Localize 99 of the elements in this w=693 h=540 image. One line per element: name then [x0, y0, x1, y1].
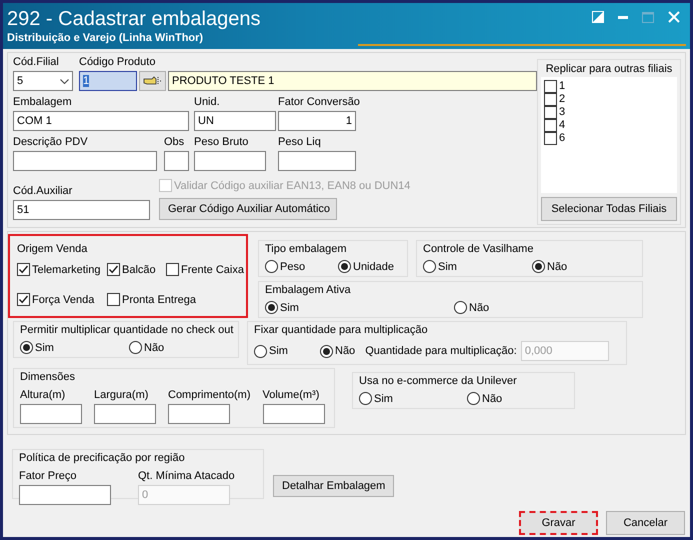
input-field[interactable] [94, 404, 156, 424]
field-label: Código Produto [79, 55, 156, 70]
radio-label: Não [547, 260, 568, 272]
product-name-field: PRODUTO TESTE 1 [168, 71, 537, 91]
checkbox-label: 1 [559, 80, 566, 93]
input-field[interactable]: 1 [278, 111, 356, 131]
radio-label: Unidade [353, 260, 394, 272]
checkbox[interactable] [166, 263, 179, 276]
input-field[interactable] [164, 151, 189, 171]
input-field[interactable]: 1 [79, 71, 137, 91]
radio-button[interactable] [532, 260, 545, 273]
radio-button[interactable] [338, 260, 351, 273]
checkbox-label: Pronta Entrega [122, 294, 196, 306]
input-field[interactable] [20, 404, 82, 424]
checkbox-label: Balcão [122, 264, 156, 276]
detail-button[interactable]: Detalhar Embalagem [273, 475, 394, 497]
field-label: Largura(m) [94, 388, 150, 403]
chevron-down-icon [60, 78, 69, 84]
group-title: Origem Venda [17, 242, 88, 257]
group-title: Usa no e-commerce da Unilever [359, 374, 518, 389]
field-label: Cód.Auxiliar [13, 184, 74, 199]
checkbox[interactable] [544, 106, 557, 119]
radio-label: Não [144, 342, 164, 354]
lookup-button[interactable] [139, 71, 166, 91]
dialog-button[interactable]: Cancelar [606, 511, 685, 535]
checkbox[interactable] [17, 293, 30, 306]
radio-label: Sim [269, 345, 288, 357]
input-field[interactable] [19, 485, 111, 505]
field-label: Cód.Filial [13, 55, 60, 70]
checkbox-label: Frente Caixa [181, 264, 244, 276]
field-label: Quantidade para multiplicação: [365, 345, 517, 357]
radio-button[interactable] [359, 392, 372, 405]
field-label: Peso Bruto [194, 135, 250, 150]
radio-button[interactable] [320, 344, 333, 358]
minimize-icon[interactable] [618, 16, 628, 18]
radio-label: Sim [374, 392, 393, 404]
group-title: Controle de Vasilhame [423, 242, 534, 257]
field-label: Unid. [194, 95, 221, 110]
select-all-button[interactable]: Selecionar Todas Filiais [541, 197, 677, 221]
checkbox[interactable] [17, 263, 30, 276]
input-field[interactable] [194, 151, 266, 171]
input-field[interactable] [262, 404, 325, 424]
checkbox-label: 3 [559, 106, 566, 119]
checkbox-label: Validar Código auxiliar EAN13, EAN8 ou DUN14 [174, 180, 410, 192]
checkbox[interactable] [544, 93, 557, 106]
theme-icon[interactable] [592, 11, 604, 23]
radio-button[interactable] [129, 341, 142, 354]
field-label: Embalagem [13, 95, 73, 110]
input-field[interactable] [168, 404, 230, 424]
radio-button[interactable] [467, 392, 480, 405]
radio-label: Não [335, 345, 356, 357]
generate-code-button[interactable]: Gerar Código Auxiliar Automático [159, 198, 337, 220]
checkbox-label: Telemarketing [32, 264, 100, 276]
field-label: Descrição PDV [13, 135, 89, 150]
field-label: Qt. Mínima Atacado [138, 469, 236, 484]
radio-button[interactable] [265, 301, 278, 314]
field-label: Peso Liq [278, 135, 322, 150]
input-field[interactable] [278, 151, 356, 171]
group-title: Replicar para outras filiais [546, 62, 672, 77]
radio-button[interactable] [454, 301, 467, 314]
radio-label: Não [469, 302, 490, 314]
checkbox-label: 6 [559, 132, 566, 145]
radio-button[interactable] [20, 341, 33, 354]
window-title: 292 - Cadastrar embalagens [7, 7, 260, 31]
dropdown[interactable]: 5 [13, 71, 73, 91]
checkbox-label: 4 [559, 119, 566, 132]
checkbox[interactable] [544, 132, 557, 145]
field-label: Volume(m³) [262, 388, 320, 403]
radio-button[interactable] [423, 260, 436, 273]
radio-button[interactable] [265, 260, 278, 273]
field-label: Comprimento(m) [168, 388, 251, 403]
radio-label: Sim [438, 260, 457, 272]
radio-label: Sim [35, 342, 54, 354]
group-title: Política de precificação por região [19, 451, 186, 466]
checkbox-label: 2 [559, 93, 566, 106]
group-title: Fixar quantidade para multiplicação [254, 323, 429, 338]
checkbox-label: Força Venda [32, 294, 94, 306]
radio-label: Peso [280, 260, 306, 272]
window-subtitle: Distribuição e Varejo (Linha WinThor) [7, 32, 204, 44]
dialog-button[interactable]: Gravar [519, 511, 598, 535]
field-label: Obs [164, 135, 186, 150]
checkbox[interactable] [544, 119, 557, 132]
radio-button[interactable] [254, 344, 267, 358]
checkbox[interactable] [107, 293, 120, 306]
group-title: Tipo embalagem [265, 242, 348, 257]
group-title: Permitir multiplicar quantidade no check out [20, 323, 232, 338]
group-title: Embalagem Ativa [265, 283, 352, 298]
checkbox[interactable] [544, 80, 557, 93]
radio-label: Não [482, 392, 502, 404]
checkbox[interactable] [107, 263, 120, 276]
radio-label: Sim [280, 302, 299, 314]
close-icon[interactable] [668, 11, 680, 23]
group-title: Dimensões [20, 370, 76, 385]
input-field[interactable]: UN [194, 111, 276, 131]
input-field[interactable] [13, 151, 157, 171]
input-field[interactable]: 51 [13, 200, 150, 220]
field-label: Altura(m) [20, 388, 66, 403]
field-label: Fator Preço [19, 469, 78, 484]
input-field[interactable]: COM 1 [13, 111, 189, 131]
